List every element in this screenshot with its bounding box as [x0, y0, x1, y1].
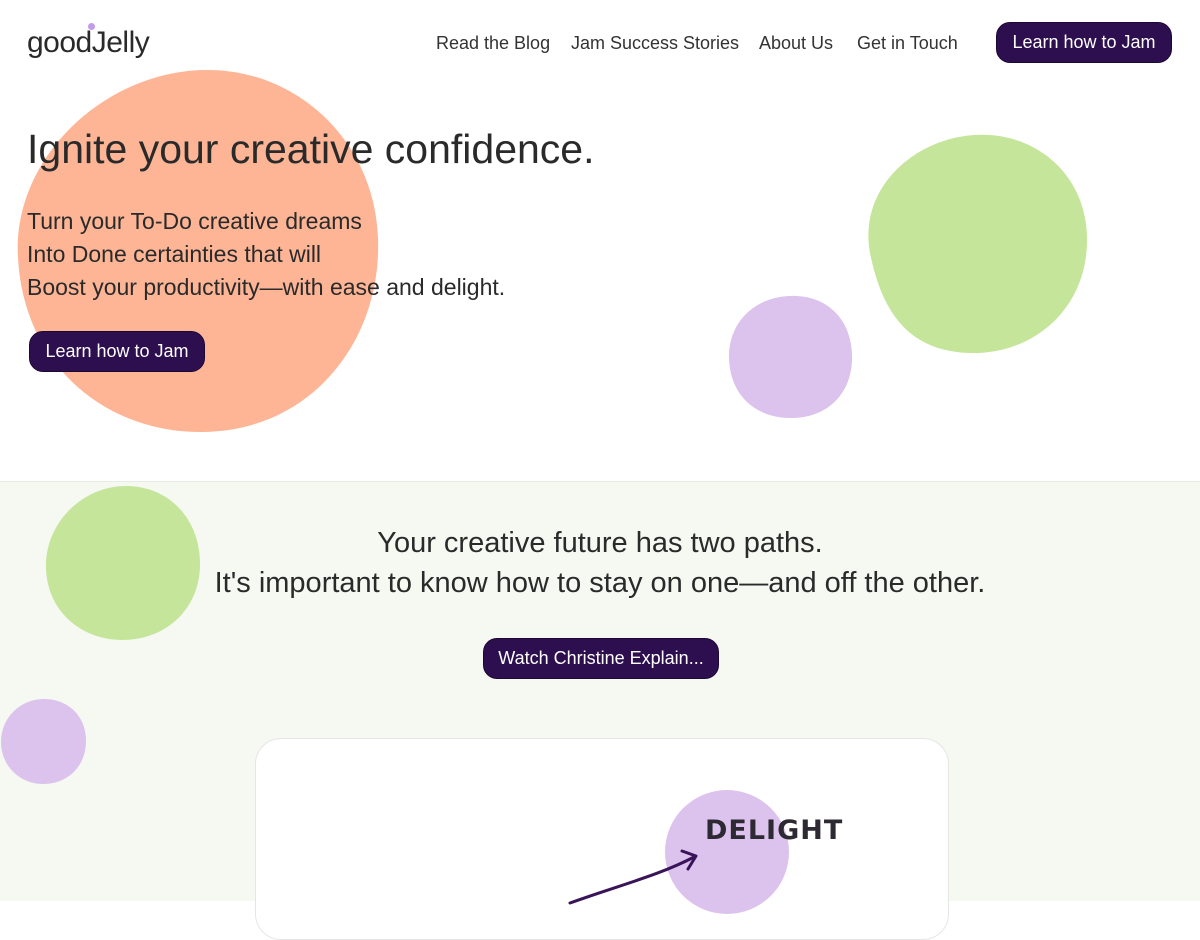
site-header: goodJelly Read the Blog Jam Success Stor…	[0, 0, 1200, 90]
delight-label: DELIGHT	[705, 815, 844, 846]
paths-heading-line-1: Your creative future has two paths.	[377, 527, 823, 559]
lavender-blob-decoration	[729, 295, 853, 419]
nav-jam-success-stories[interactable]: Jam Success Stories	[571, 33, 739, 54]
nav-about-us[interactable]: About Us	[759, 33, 833, 54]
logo-dot-icon	[88, 23, 95, 30]
hero-line-3: Boost your productivity—with ease and de…	[27, 274, 506, 300]
green-blob-decoration	[868, 134, 1088, 354]
hero-tagline: Turn your To-Do creative dreams Into Don…	[27, 205, 505, 304]
hero-line-1: Turn your To-Do creative dreams	[27, 208, 362, 234]
goodjelly-logo[interactable]: goodJelly	[27, 23, 150, 60]
nav-get-in-touch[interactable]: Get in Touch	[857, 33, 958, 54]
green-blob-decoration-2	[45, 486, 200, 640]
paths-diagram-card	[255, 738, 949, 940]
header-learn-how-to-jam-button[interactable]: Learn how to Jam	[996, 22, 1172, 63]
lavender-blob-decoration-2	[1, 699, 86, 784]
nav-read-the-blog[interactable]: Read the Blog	[436, 33, 550, 54]
arrow-to-delight-icon	[568, 849, 698, 905]
watch-christine-explain-button[interactable]: Watch Christine Explain...	[483, 638, 719, 679]
hero-line-2: Into Done certainties that will	[27, 241, 322, 267]
logo-text: goodJelly	[27, 26, 150, 59]
hero-learn-how-to-jam-button[interactable]: Learn how to Jam	[29, 331, 205, 372]
hero-title: Ignite your creative confidence.	[27, 126, 595, 172]
paths-heading-line-2: It's important to know how to stay on on…	[214, 567, 986, 599]
